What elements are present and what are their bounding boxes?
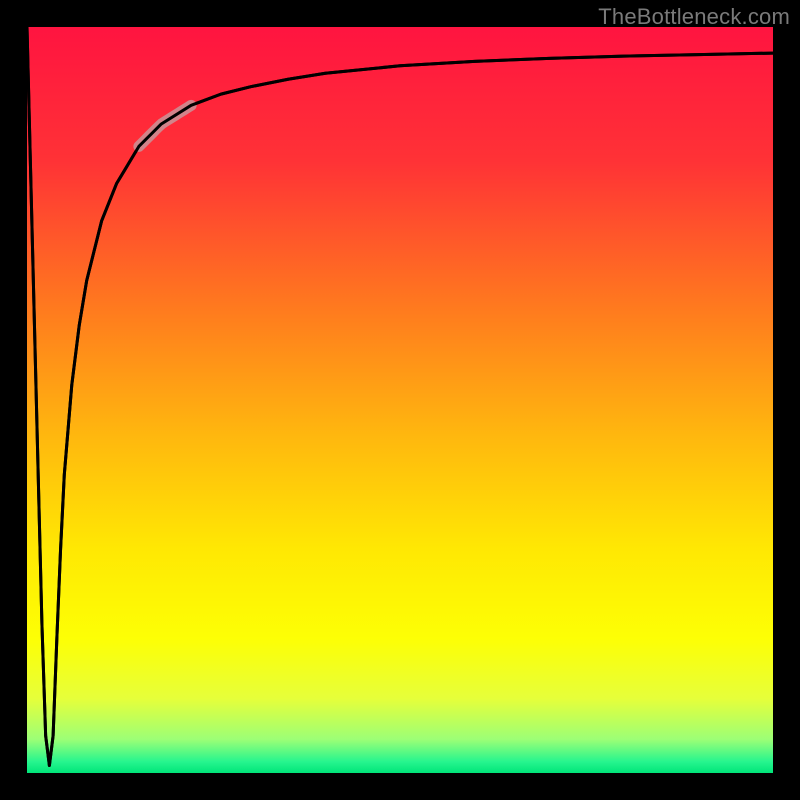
curve-main xyxy=(27,27,773,766)
curve-main xyxy=(27,27,773,766)
attribution-watermark: TheBottleneck.com xyxy=(598,4,790,30)
bottleneck-curve xyxy=(27,27,773,773)
plot-area xyxy=(27,27,773,773)
chart-root: TheBottleneck.com xyxy=(0,0,800,800)
